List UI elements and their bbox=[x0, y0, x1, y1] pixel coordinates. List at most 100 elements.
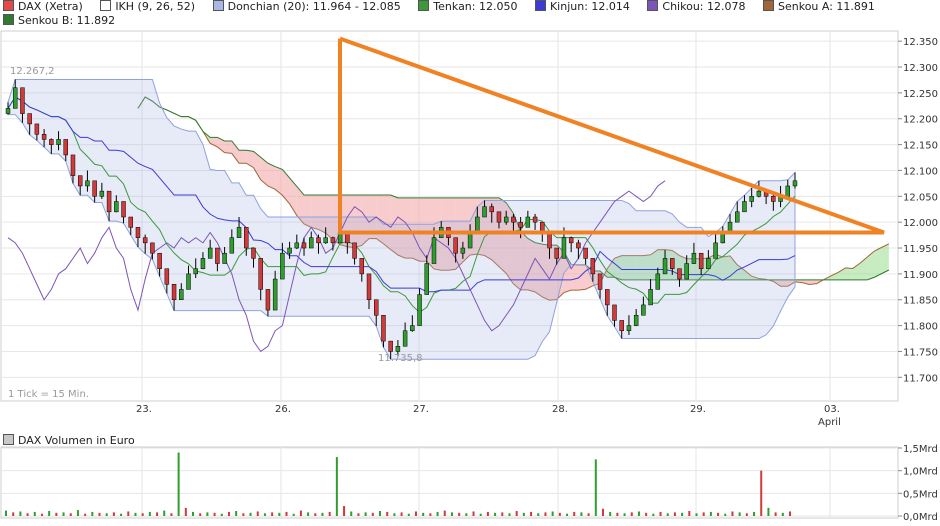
cloud-segment bbox=[571, 264, 579, 291]
volume-bar bbox=[335, 457, 338, 516]
legend-dax: DAX (Xetra) bbox=[3, 0, 83, 14]
candle-body bbox=[287, 247, 292, 254]
volume-bar bbox=[673, 512, 676, 516]
volume-bar bbox=[479, 513, 482, 516]
candle-body bbox=[605, 289, 610, 306]
candle-body bbox=[77, 175, 83, 187]
volume-bar bbox=[235, 511, 238, 516]
candle-body bbox=[792, 180, 798, 187]
cloud-segment bbox=[267, 163, 276, 190]
candle-body bbox=[633, 315, 639, 326]
x-sublabel: April bbox=[818, 417, 841, 428]
volume-bar bbox=[177, 452, 180, 516]
candle-body bbox=[222, 252, 227, 264]
volume-bar bbox=[601, 508, 604, 516]
volume-bar bbox=[501, 512, 504, 516]
volume-bar bbox=[429, 513, 432, 516]
volume-bar bbox=[120, 513, 123, 516]
cloud-segment bbox=[845, 267, 853, 280]
legend-kinjun-swatch bbox=[534, 0, 546, 11]
volume-bar bbox=[328, 511, 331, 516]
volume-bar bbox=[321, 512, 324, 516]
legend-kinjun-label: Kinjun: 12.014 bbox=[549, 0, 630, 13]
legend-donchian: Donchian (20): 11.964 - 12.085 bbox=[212, 0, 401, 14]
y-tick-label: 12.050 bbox=[903, 192, 938, 203]
legend-ikh-label: IKH (9, 26, 52) bbox=[115, 0, 196, 13]
candle-body bbox=[92, 180, 97, 197]
volume-bar bbox=[5, 510, 7, 516]
legend-donchian-swatch bbox=[212, 0, 224, 11]
volume-bar bbox=[62, 512, 65, 516]
candle-body bbox=[114, 201, 119, 213]
volume-bar bbox=[292, 513, 295, 516]
volume-bar bbox=[192, 511, 195, 516]
candle-body bbox=[532, 216, 538, 223]
volume-bar bbox=[544, 512, 547, 516]
candle-body bbox=[496, 211, 502, 223]
volume-bar bbox=[105, 513, 108, 516]
candle-body bbox=[309, 237, 314, 249]
cloud-segment bbox=[881, 243, 889, 274]
volume-bar bbox=[760, 470, 763, 516]
y-tick-label: 11.750 bbox=[903, 347, 938, 358]
volume-bar bbox=[486, 511, 489, 516]
cloud-segment bbox=[874, 247, 882, 278]
volume-bar bbox=[206, 512, 209, 516]
legend-dax-label: DAX (Xetra) bbox=[18, 0, 83, 13]
candle-body bbox=[258, 258, 263, 290]
candle-body bbox=[142, 237, 148, 244]
volume-bar bbox=[386, 511, 389, 516]
legend-chikou: Chikou: 12.078 bbox=[647, 0, 746, 14]
chart-legend: DAX (Xetra) IKH (9, 26, 52) Donchian (20… bbox=[3, 0, 933, 28]
volume-bar bbox=[76, 510, 79, 516]
volume-bar bbox=[343, 506, 346, 516]
candle-body bbox=[525, 216, 531, 228]
volume-bar bbox=[19, 511, 22, 516]
candle-body bbox=[590, 258, 596, 275]
volume-bar bbox=[558, 512, 561, 516]
volume-plot-area bbox=[0, 446, 899, 519]
volume-bar bbox=[163, 510, 166, 516]
volume-bar bbox=[508, 513, 511, 516]
volume-bar bbox=[645, 512, 648, 516]
volume-bar bbox=[400, 512, 403, 516]
candle-body bbox=[612, 304, 617, 321]
volume-bar bbox=[594, 459, 597, 516]
volume-bar bbox=[767, 507, 770, 516]
volume-bar bbox=[127, 511, 130, 516]
x-tick-label: 28. bbox=[552, 404, 568, 415]
volume-bar bbox=[407, 513, 410, 516]
volume-bar bbox=[48, 511, 51, 516]
volume-bar bbox=[609, 511, 612, 516]
volume-bar bbox=[156, 512, 159, 516]
candle-body bbox=[99, 190, 105, 197]
vol-tick-label: 1,5Mrd bbox=[903, 444, 938, 455]
volume-bar bbox=[515, 511, 518, 516]
candle-body bbox=[85, 180, 90, 187]
candle-body bbox=[410, 325, 415, 332]
candle-body bbox=[56, 139, 61, 145]
candle-body bbox=[20, 87, 25, 114]
candle-body bbox=[374, 299, 379, 316]
y-tick-label: 12.300 bbox=[903, 63, 938, 74]
candle-body bbox=[742, 201, 747, 213]
candle-body bbox=[648, 289, 653, 306]
volume-bar bbox=[422, 512, 425, 516]
volume-bar bbox=[580, 512, 583, 516]
cloud-segment bbox=[239, 150, 247, 164]
volume-bar bbox=[307, 512, 310, 516]
candle-body bbox=[265, 289, 271, 311]
volume-bar bbox=[55, 512, 58, 516]
candle-body bbox=[713, 242, 718, 259]
candle-body bbox=[518, 221, 523, 228]
candle-body bbox=[626, 325, 632, 332]
candle-body bbox=[554, 247, 559, 259]
candle-body bbox=[698, 252, 704, 269]
volume-bar bbox=[659, 511, 662, 516]
legend-senkou-a: Senkou A: 11.891 bbox=[763, 0, 875, 14]
legend-tenkan-swatch bbox=[418, 0, 430, 11]
legend-ikh: IKH (9, 26, 52) bbox=[100, 0, 195, 14]
legend-senkou-b-swatch bbox=[3, 14, 14, 25]
candle-body bbox=[424, 263, 429, 295]
candle-body bbox=[280, 252, 285, 280]
